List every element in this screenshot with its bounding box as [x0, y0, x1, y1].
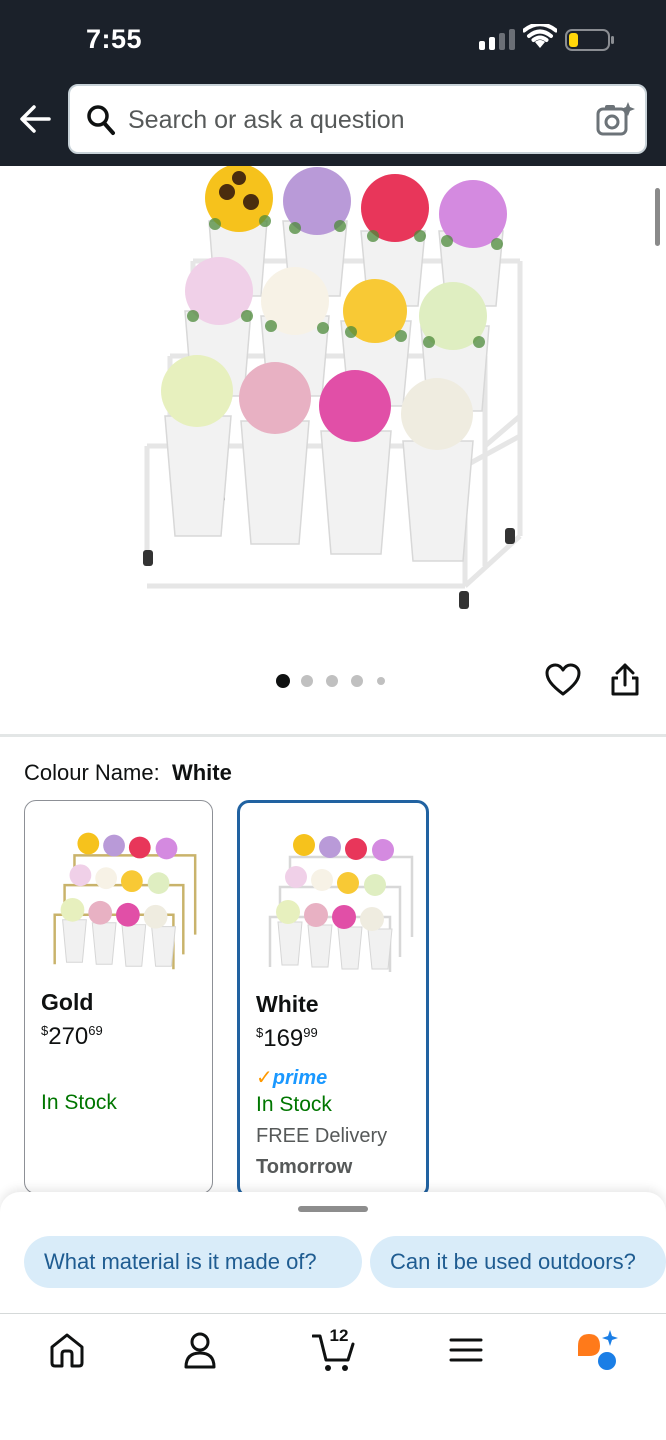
variant-price: $27069 — [41, 1023, 103, 1051]
price-symbol: $ — [256, 1025, 264, 1040]
carousel-dot-2[interactable] — [301, 675, 313, 687]
suggestion-chip-material[interactable]: What material is it made of? — [24, 1236, 362, 1288]
bottom-nav: 12 — [0, 1313, 666, 1440]
rufus-assistant-icon[interactable] — [576, 1328, 620, 1372]
carousel-dot-5[interactable] — [377, 677, 385, 685]
search-placeholder: Search or ask a question — [128, 106, 405, 134]
suggestions-sheet: What material is it made of? Can it be u… — [0, 1192, 666, 1314]
status-time: 7:55 — [86, 24, 143, 54]
prime-label: prime — [272, 1067, 328, 1089]
price-whole: 270 — [48, 1023, 89, 1050]
variant-name: Gold — [41, 989, 94, 1015]
back-arrow-icon[interactable] — [18, 101, 52, 137]
carousel-dot-4[interactable] — [351, 675, 363, 687]
carousel-dot-3[interactable] — [326, 675, 338, 687]
share-icon[interactable] — [609, 663, 641, 697]
colour-label: Colour Name: White — [24, 760, 232, 786]
price-symbol: $ — [41, 1023, 49, 1038]
variant-thumbnail-white — [268, 834, 414, 972]
variant-thumbnail-gold — [53, 832, 197, 970]
sheet-drag-handle[interactable] — [298, 1206, 368, 1212]
prime-badge: ✓prime — [256, 1065, 327, 1090]
camera-search-icon[interactable] — [595, 100, 635, 140]
delivery-day: Tomorrow — [256, 1156, 353, 1178]
cellular-signal-icon — [479, 28, 515, 50]
heart-icon[interactable] — [545, 663, 581, 697]
variant-card-white[interactable]: White $16999 ✓prime In Stock FREE Delive… — [237, 800, 429, 1198]
delivery-text: FREE Delivery — [256, 1125, 388, 1147]
price-fraction: 69 — [88, 1023, 103, 1038]
menu-icon[interactable] — [446, 1330, 486, 1370]
product-image[interactable] — [135, 166, 535, 616]
account-icon[interactable] — [180, 1330, 220, 1370]
prime-check-icon: ✓ — [256, 1067, 273, 1089]
battery-icon — [565, 29, 614, 51]
cart-count-badge: 12 — [329, 1326, 349, 1345]
home-icon[interactable] — [47, 1330, 87, 1370]
price-fraction: 99 — [303, 1025, 318, 1040]
availability-status: In Stock — [256, 1093, 332, 1116]
availability-status: In Stock — [41, 1091, 117, 1114]
image-scrollbar[interactable] — [655, 188, 660, 246]
variant-card-gold[interactable]: Gold $27069 In Stock — [24, 800, 213, 1194]
variant-name: White — [256, 991, 319, 1017]
price-whole: 169 — [263, 1025, 304, 1052]
section-divider — [0, 734, 666, 737]
wifi-icon — [523, 24, 557, 48]
search-icon — [87, 105, 115, 135]
carousel-dot-1[interactable] — [276, 674, 290, 688]
variant-price: $16999 — [256, 1025, 318, 1053]
colour-selected-value: White — [171, 760, 232, 785]
app-header: 7:55 Search or ask a question — [0, 0, 666, 166]
colour-label-text: Colour Name: — [24, 760, 160, 785]
search-input[interactable]: Search or ask a question — [68, 84, 647, 154]
suggestion-chip-outdoors[interactable]: Can it be used outdoors? — [370, 1236, 666, 1288]
